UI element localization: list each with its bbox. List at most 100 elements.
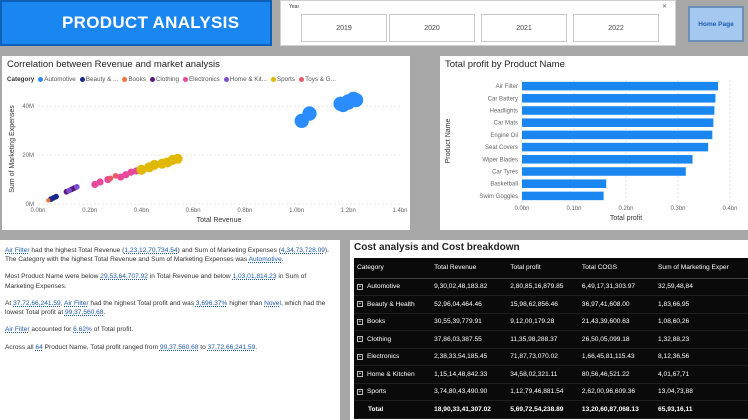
scatter-point[interactable] xyxy=(66,187,72,194)
cost-table-panel: Cost analysis and Cost breakdown Categor… xyxy=(350,240,748,420)
narrative-value: Air Filter xyxy=(5,247,30,254)
y-tick-label: 40M xyxy=(22,104,34,110)
value-cell: 9,30,02,48,183.82 xyxy=(431,278,508,296)
bar[interactable] xyxy=(522,81,719,91)
x-tick-label: 0.4bn xyxy=(134,208,149,214)
table-row: + Electronics 2,38,33,54,185.45 71,87,73,07… xyxy=(354,348,748,366)
value-cell: 1,12,79,46,881.54 xyxy=(507,383,579,401)
narrative-value: 37,72,66,241.59 xyxy=(207,343,256,351)
scatter-point[interactable] xyxy=(348,92,364,108)
cost-table: Category Total Revenue Total profit Total C… xyxy=(354,258,748,419)
category-label: Beauty & Health xyxy=(367,300,415,308)
y-tick-label: Basketball xyxy=(490,182,518,188)
bar[interactable] xyxy=(522,118,714,127)
total-value: 18,90,33,41,307.02 xyxy=(431,400,508,419)
y-tick-label: Engine Oil xyxy=(490,133,518,139)
x-tick-label: 1.4bn xyxy=(392,208,407,214)
bar[interactable] xyxy=(522,94,716,103)
clear-selection-icon[interactable]: ✕ xyxy=(662,3,667,10)
category-cell: + Home & Kitchen xyxy=(354,365,432,384)
bar[interactable] xyxy=(522,179,607,188)
year-option-2021[interactable]: 2021 xyxy=(481,14,567,42)
category-label: Automotive xyxy=(367,283,400,291)
category-label: Home & Kitchen xyxy=(367,370,415,378)
narrative-text: . xyxy=(281,256,284,264)
year-option-2022[interactable]: 2022 xyxy=(573,14,659,42)
expand-icon[interactable]: + xyxy=(357,318,363,325)
narrative-value: Automotive xyxy=(248,256,282,264)
value-cell: 4,01,67,71 xyxy=(655,365,748,384)
bar[interactable] xyxy=(522,142,709,152)
narrative-text: Most Product Name were below xyxy=(5,273,101,281)
scatter-point[interactable] xyxy=(46,198,51,203)
column-header[interactable]: Category xyxy=(354,258,432,279)
x-tick-label: 0.3bn xyxy=(670,206,685,212)
x-tick-label: 0.2bn xyxy=(82,208,97,214)
value-cell: 30,55,39,779.91 xyxy=(431,313,508,331)
value-cell: 9,12,00,179.28 xyxy=(507,313,579,331)
narrative-value: 4,34,73,728.09 xyxy=(280,247,325,254)
expand-icon[interactable]: + xyxy=(357,353,363,360)
category-cell: + Automotive xyxy=(354,278,432,296)
home-page-button[interactable]: Home Page xyxy=(688,6,744,42)
value-cell: 2,38,33,54,185.45 xyxy=(431,348,508,366)
value-cell: 6,49,17,31,303.97 xyxy=(578,278,656,296)
value-cell: 1,08,60,26 xyxy=(655,313,748,331)
column-header[interactable]: Sum of Marketing Exper xyxy=(655,258,748,279)
bar[interactable] xyxy=(522,191,604,201)
expand-icon[interactable]: + xyxy=(357,388,363,395)
column-header[interactable]: Total Revenue xyxy=(431,258,508,279)
x-tick-label: 0.4bn xyxy=(722,206,737,212)
value-cell: 1,32,88,23 xyxy=(655,330,748,349)
scatter-point[interactable] xyxy=(73,184,80,190)
expand-icon[interactable]: + xyxy=(357,371,363,378)
narrative-value: Novel xyxy=(264,299,281,307)
category-cell: + Clothing xyxy=(354,330,432,349)
table-row: + Beauty & Health 52,96,04,464.46 15,98,62,… xyxy=(354,295,748,314)
y-tick-label: Headlights xyxy=(490,109,518,115)
narrative-text: had the highest Total Revenue ( xyxy=(29,247,125,254)
page-title: PRODUCT ANALYSIS xyxy=(0,0,272,46)
value-cell: 11,35,98,288.37 xyxy=(507,330,579,349)
x-tick-label: 0.0bn xyxy=(514,206,529,212)
scatter-point[interactable] xyxy=(112,173,119,179)
narrative-paragraph: Across all 64 Product Name, Total profit… xyxy=(5,343,335,352)
value-cell: 13,04,73,88 xyxy=(655,383,748,401)
column-header[interactable]: Total COGS xyxy=(578,258,656,279)
value-cell: 8,12,36,56 xyxy=(655,348,748,366)
bar[interactable] xyxy=(522,155,693,164)
year-option-2019[interactable]: 2019 xyxy=(301,14,387,42)
total-value: 13,20,60,87,068.13 xyxy=(578,400,656,419)
scatter-point[interactable] xyxy=(53,193,59,200)
scatter-point[interactable] xyxy=(107,175,114,182)
value-cell: 52,96,04,464.46 xyxy=(431,295,508,314)
category-label: Books xyxy=(367,318,386,326)
category-cell: + Beauty & Health xyxy=(354,295,432,314)
bar-chart-panel: Total profit by Product Name 0.0bn 0.1bn 0… xyxy=(440,56,748,230)
x-tick-label: 1.2bn xyxy=(341,208,356,214)
table-header-row: Category Total Revenue Total profit Total C… xyxy=(354,258,748,279)
narrative-text: higher than xyxy=(227,299,265,307)
value-cell: 1,15,14,48,842.33 xyxy=(431,365,508,384)
expand-icon[interactable]: + xyxy=(357,336,363,343)
cost-table-title: Cost analysis and Cost breakdown xyxy=(354,242,520,253)
total-value: 5,69,72,54,238.89 xyxy=(507,400,579,419)
y-tick-label: Air Filter xyxy=(496,84,518,90)
narrative-text: to xyxy=(198,343,208,351)
scatter-point[interactable] xyxy=(302,106,317,121)
narrative-paragraph: Most Product Name were below 29,53,64,70… xyxy=(5,272,335,290)
bar[interactable] xyxy=(522,167,686,176)
narrative-value: 1,23,12,70,734.54 xyxy=(124,247,178,254)
column-header[interactable]: Total profit xyxy=(507,258,579,279)
scatter-point[interactable] xyxy=(172,153,183,164)
scatter-chart-panel: Correlation between Revenue and market a… xyxy=(2,56,410,230)
x-tick-label: 1.0bn xyxy=(289,208,304,214)
scatter-point[interactable] xyxy=(335,97,351,113)
year-option-2020[interactable]: 2020 xyxy=(389,14,475,42)
bar[interactable] xyxy=(522,106,715,115)
expand-icon[interactable]: + xyxy=(357,283,363,290)
expand-icon[interactable]: + xyxy=(357,301,363,308)
y-tick-label: Seat Covers xyxy=(485,145,518,151)
scatter-point[interactable] xyxy=(96,178,104,186)
bar[interactable] xyxy=(522,130,713,140)
